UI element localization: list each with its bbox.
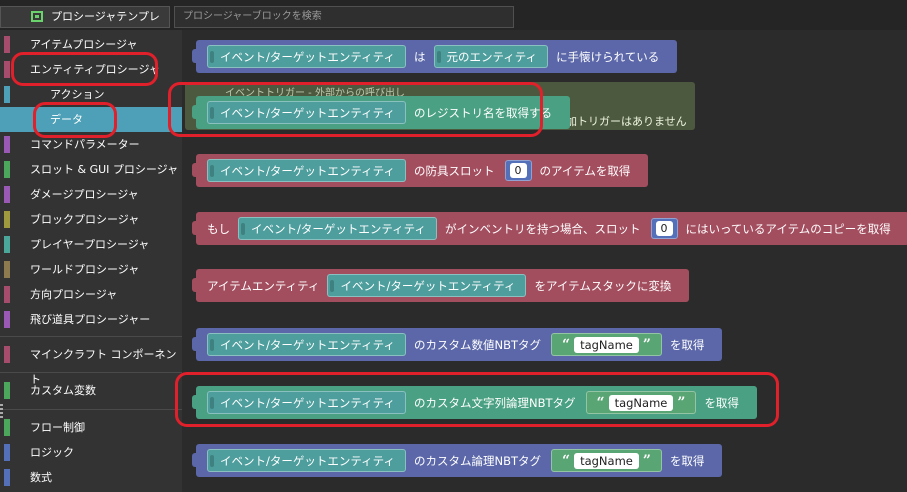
sidebar-item-damage-procedures[interactable]: ダメージプロシージャ bbox=[0, 182, 182, 207]
panel-resize-handle[interactable] bbox=[0, 404, 3, 420]
entity-input[interactable]: イベント/ターゲットエンティティ bbox=[207, 333, 406, 356]
category-color-stripe bbox=[4, 346, 10, 363]
sidebar-item-custom-variables[interactable]: カスタム変数 bbox=[0, 378, 182, 403]
block-item-entity-to-stack[interactable]: アイテムエンティティ イベント/ターゲットエンティティ をアイテムスタックに変換 bbox=[192, 269, 690, 302]
block-is-tamed-by[interactable]: イベント/ターゲットエンティティ は 元のエンティティ に手懐けられている bbox=[192, 40, 678, 73]
tag-name-string-input[interactable]: “tagName” bbox=[551, 333, 662, 356]
block-get-custom-logic-nbt[interactable]: イベント/ターゲットエンティティ のカスタム論理NBTタグ “tagName” … bbox=[192, 444, 723, 477]
sidebar-divider bbox=[0, 336, 182, 337]
sidebar-item-minecraft-components[interactable]: マインクラフト コンポーネント bbox=[0, 342, 182, 386]
top-bar: プロシージャテンプレート プロシージャーブロックを検索 bbox=[0, 0, 907, 43]
category-color-stripe bbox=[4, 161, 10, 178]
entity-input[interactable]: イベント/ターゲットエンティティ bbox=[238, 217, 437, 240]
block-get-inventory-slot-copy[interactable]: もし イベント/ターゲットエンティティ がインベントリを持つ場合、スロット 0 … bbox=[192, 212, 907, 245]
slot-number-input[interactable]: 0 bbox=[650, 218, 678, 239]
sidebar-item-slot-gui-procedures[interactable]: スロット & GUI プロシージャ bbox=[0, 157, 182, 182]
no-extra-triggers-label: 追加トリガーはありません bbox=[555, 115, 687, 128]
category-color-stripe bbox=[4, 469, 10, 486]
template-icon bbox=[31, 11, 43, 22]
tab-procedure-templates[interactable]: プロシージャテンプレート bbox=[0, 6, 170, 43]
category-color-stripe bbox=[4, 136, 10, 153]
category-color-stripe bbox=[4, 382, 10, 399]
search-input[interactable]: プロシージャーブロックを検索 bbox=[174, 6, 514, 28]
category-color-stripe bbox=[4, 61, 10, 78]
category-color-stripe bbox=[4, 211, 10, 228]
slot-number-input[interactable]: 0 bbox=[504, 160, 532, 181]
block-get-armor-slot-item[interactable]: イベント/ターゲットエンティティ の防具スロット 0 のアイテムを取得 bbox=[192, 154, 649, 187]
category-color-stripe bbox=[4, 311, 10, 328]
category-color-stripe bbox=[4, 419, 10, 436]
sidebar-item-projectile-procedures[interactable]: 飛び道具プロシージャー bbox=[0, 307, 182, 332]
category-color-stripe bbox=[4, 261, 10, 278]
sidebar-item-world-procedures[interactable]: ワールドプロシージャ bbox=[0, 257, 182, 282]
category-color-stripe bbox=[4, 86, 10, 103]
category-sidebar: アイテムプロシージャ エンティティプロシージャ アクション データ コマンドパラ… bbox=[0, 30, 182, 492]
block-get-custom-number-nbt[interactable]: イベント/ターゲットエンティティ のカスタム数値NBTタグ “tagName” … bbox=[192, 328, 723, 361]
entity-input[interactable]: イベント/ターゲットエンティティ bbox=[207, 159, 406, 182]
sidebar-divider bbox=[0, 372, 182, 373]
sidebar-item-flow-control[interactable]: フロー制御 bbox=[0, 415, 182, 440]
sidebar-item-block-procedures[interactable]: ブロックプロシージャ bbox=[0, 207, 182, 232]
category-color-stripe bbox=[4, 286, 10, 303]
sidebar-divider bbox=[0, 409, 182, 410]
highlight-string-nbt-block bbox=[175, 372, 779, 427]
tag-name-string-input[interactable]: “tagName” bbox=[551, 449, 662, 472]
sidebar-item-logic[interactable]: ロジック bbox=[0, 440, 182, 465]
entity-input[interactable]: イベント/ターゲットエンティティ bbox=[327, 274, 527, 297]
highlight-registry-name-block bbox=[168, 82, 543, 137]
category-color-stripe bbox=[4, 444, 10, 461]
category-color-stripe bbox=[4, 236, 10, 253]
entity-input[interactable]: イベント/ターゲットエンティティ bbox=[207, 45, 406, 68]
sidebar-item-direction-procedures[interactable]: 方向プロシージャ bbox=[0, 282, 182, 307]
entity-input[interactable]: イベント/ターゲットエンティティ bbox=[207, 449, 406, 472]
category-color-stripe bbox=[4, 36, 10, 53]
original-entity-input[interactable]: 元のエンティティ bbox=[433, 45, 549, 68]
sidebar-item-math[interactable]: 数式 bbox=[0, 465, 182, 490]
category-color-stripe bbox=[4, 186, 10, 203]
category-color-stripe bbox=[4, 111, 10, 128]
highlight-entity-procedures bbox=[11, 52, 158, 86]
highlight-data-category bbox=[33, 102, 117, 138]
sidebar-item-player-procedures[interactable]: プレイヤープロシージャ bbox=[0, 232, 182, 257]
